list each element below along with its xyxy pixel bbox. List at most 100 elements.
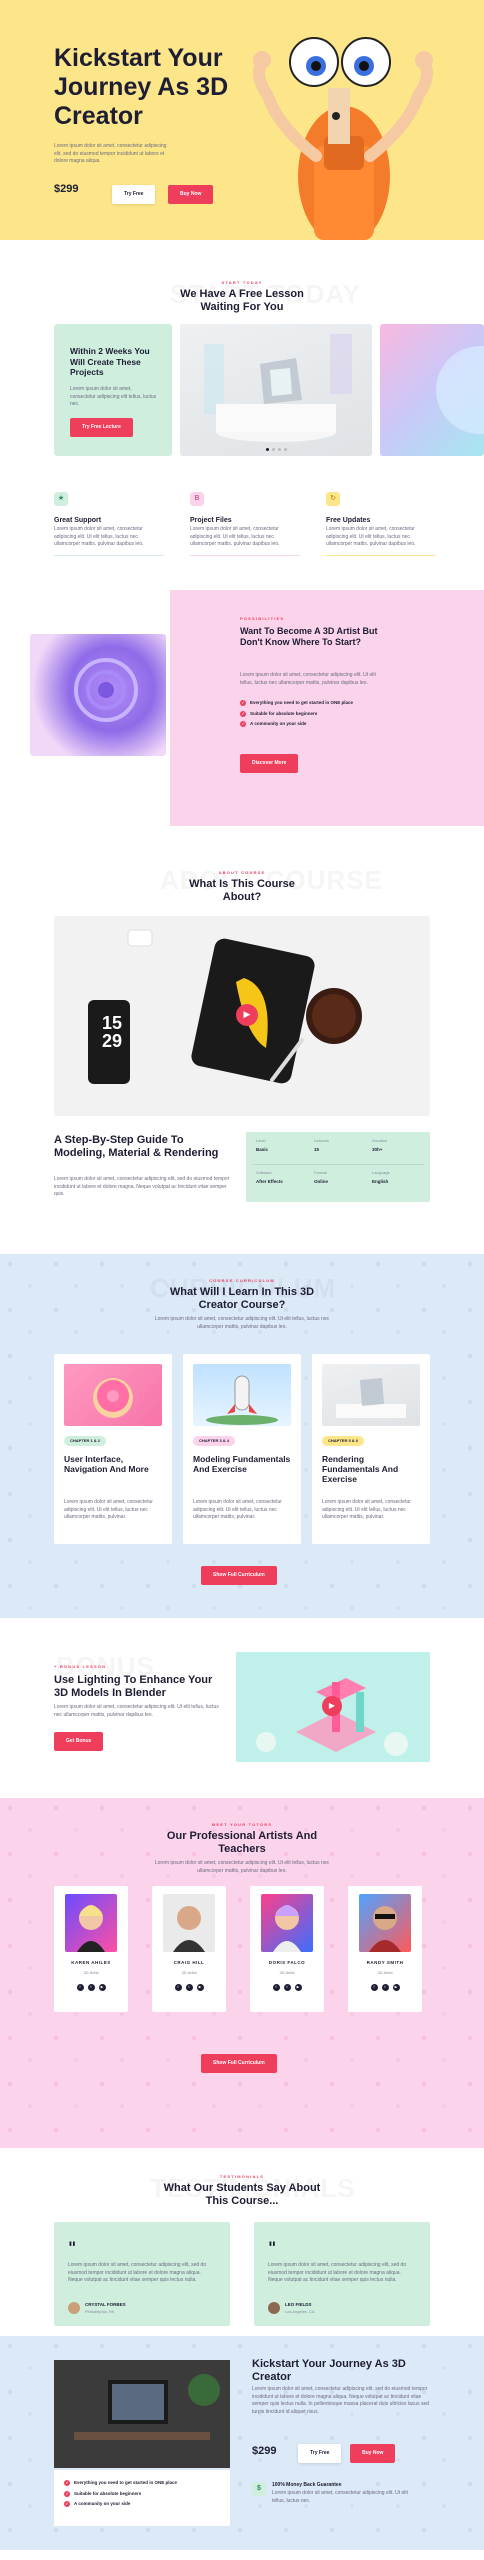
teacher-name: RANDY SMITH: [366, 1960, 404, 1965]
book-icon: B: [190, 492, 204, 506]
youtube-icon[interactable]: ▶: [196, 1984, 204, 1991]
donut-image: [64, 1364, 162, 1426]
chapter-text: Lorem ipsum dolor sit amet, consectetur …: [322, 1499, 411, 1520]
testimonial-text: Lorem ipsum dolor sit amet, consectetur …: [268, 2262, 407, 2283]
social-links: f t ▶: [152, 1984, 226, 1991]
guide-text: Lorem ipsum dolor sit amet, consectetur …: [54, 1176, 230, 1197]
teacher-role: 3D Artist: [377, 1970, 393, 1975]
check-icon: ✓: [64, 2501, 70, 2508]
teacher-role: 3D Artist: [279, 1970, 295, 1975]
projects-card-text: Lorem ipsum dolor sit amet, consectetur …: [70, 386, 157, 407]
show-full-curriculum-button[interactable]: Show Full Curriculum: [201, 1566, 277, 1586]
course-video-thumbnail[interactable]: 15 29 ▶: [54, 916, 430, 1116]
chapter-title: Modeling Fundamentals And Exercise: [193, 1454, 291, 1475]
projects-card: Within 2 Weeks You Will Create These Pro…: [54, 324, 172, 456]
show-full-curriculum-button[interactable]: Show Full Curriculum: [201, 2054, 277, 2074]
free-kicker: Start Today: [221, 280, 263, 285]
youtube-icon[interactable]: ▶: [392, 1984, 400, 1991]
testimonial-text: Lorem ipsum dolor sit amet, consectetur …: [68, 2262, 207, 2283]
about-course-section: ABOUT COURSE About Course What Is This C…: [0, 870, 484, 1254]
youtube-icon[interactable]: ▶: [98, 1984, 106, 1991]
try-free-button[interactable]: Try Free: [298, 2444, 342, 2464]
become-text: Lorem ipsum dolor sit amet, consectetur …: [240, 672, 376, 686]
check-icon: ✓: [64, 2480, 70, 2487]
stat-language: Language English: [372, 1170, 390, 1184]
youtube-icon[interactable]: ▶: [294, 1984, 302, 1991]
facebook-icon[interactable]: f: [174, 1984, 182, 1991]
stat-software: Software After Effects: [256, 1170, 283, 1184]
facebook-icon[interactable]: f: [76, 1984, 84, 1991]
teacher-card: KAREN AHILES 3D Artist f t ▶: [54, 1886, 128, 2012]
chapter-tag: CHAPTER 5 & 6: [322, 1436, 365, 1446]
chapter-tag: CHAPTER 3 & 4: [193, 1436, 236, 1446]
curriculum-title: What Will I Learn In This 3D Creator Cou…: [169, 1286, 315, 1312]
final-price: $299: [252, 2445, 277, 2457]
avatar: [268, 2302, 280, 2315]
quote-icon: ": [268, 2238, 277, 2257]
feature-free-updates: ↻ Free Updates Lorem ipsum dolor sit ame…: [326, 492, 436, 556]
become-title: Want To Become A 3D Artist But Don't Kno…: [240, 626, 378, 648]
social-links: f t ▶: [54, 1984, 128, 1991]
social-links: f t ▶: [250, 1984, 324, 1991]
feature-title: Great Support: [54, 517, 102, 524]
twitter-icon[interactable]: t: [381, 1984, 389, 1991]
final-checklist-card: ✓ Everything you need to get started in O…: [54, 2470, 230, 2526]
try-free-button[interactable]: Try Free: [112, 185, 156, 205]
check-item: ✓ Suitable for absolute beginners: [240, 710, 318, 717]
stat-lessons: Lessons 15: [314, 1138, 329, 1152]
desk-workspace-illustration: [54, 2360, 230, 2468]
projects-card-title: Within 2 Weeks You Will Create These Pro…: [70, 346, 150, 378]
twitter-icon[interactable]: t: [185, 1984, 193, 1991]
chapter-card[interactable]: CHAPTER 5 & 6 Rendering Fundamentals And…: [312, 1354, 430, 1544]
buy-now-button[interactable]: Buy Now: [168, 185, 214, 205]
twitter-icon[interactable]: t: [283, 1984, 291, 1991]
teacher-role: 3D Artist: [83, 1970, 99, 1975]
feature-title: Project Files: [190, 517, 232, 524]
get-bonus-button[interactable]: Get Bonus: [54, 1732, 104, 1752]
teacher-card: RANDY SMITH 3D Artist f t ▶: [348, 1886, 422, 2012]
facebook-icon[interactable]: f: [272, 1984, 280, 1991]
feature-project-files: B Project Files Lorem ipsum dolor sit am…: [190, 492, 300, 556]
hero-title: Kickstart Your Journey As 3D Creator: [54, 44, 229, 130]
free-lesson-section: START TODAY Start Today We Have A Free L…: [0, 240, 484, 580]
about-title: What Is This Course About?: [189, 878, 295, 904]
play-button-icon[interactable]: ▶: [322, 1696, 342, 1716]
testimonial-author: LEO FIELDS Los Angeles, CA: [268, 2302, 315, 2315]
check-icon: ✓: [240, 721, 246, 728]
discover-more-button[interactable]: Discover More: [240, 754, 299, 774]
teacher-card: CRAIG HILL 3D Artist f t ▶: [152, 1886, 226, 2012]
testimonials-title: What Our Students Say About This Course.…: [163, 2182, 321, 2208]
refresh-icon: ↻: [326, 492, 340, 506]
final-text: Lorem ipsum dolor sit amet, consectetur …: [252, 2386, 430, 2415]
chapter-text: Lorem ipsum dolor sit amet, consectetur …: [193, 1499, 282, 1520]
buy-now-button[interactable]: Buy Now: [350, 2444, 396, 2464]
teacher-photo: [261, 1894, 313, 1952]
liquid-sculpture-illustration: [74, 658, 138, 722]
facebook-icon[interactable]: f: [370, 1984, 378, 1991]
glass-sculpture-illustration: [204, 334, 352, 442]
teachers-section: Meet Your Tutors Our Professional Artist…: [0, 1798, 484, 2148]
bonus-kicker: + Bonus Lesson: [54, 1664, 107, 1669]
try-free-lecture-button[interactable]: Try Free Lecture: [70, 418, 133, 438]
avatar: [68, 2302, 80, 2315]
clock-display: 15 29: [101, 1013, 123, 1051]
quote-icon: ": [68, 2238, 77, 2257]
purple-blob-image: [30, 634, 166, 756]
become-kicker: Possibilities: [240, 616, 285, 621]
guarantee-text: Lorem ipsum dolor sit amet, consectetur …: [272, 2490, 408, 2504]
teacher-name: DORIS FALCO: [268, 1960, 306, 1965]
play-button-icon[interactable]: ▶: [236, 1004, 258, 1026]
project-image-glass: [180, 324, 372, 456]
twitter-icon[interactable]: t: [87, 1984, 95, 1991]
project-image-gradient: [380, 324, 484, 456]
carousel-dots[interactable]: [180, 448, 372, 451]
chapter-card[interactable]: CHAPTER 1 & 2 User Interface, Navigation…: [54, 1354, 172, 1544]
teacher-card: DORIS FALCO 3D Artist f t ▶: [250, 1886, 324, 2012]
guide-title: A Step-By-Step Guide To Modeling, Materi…: [54, 1134, 219, 1160]
bonus-video-thumbnail[interactable]: ▶: [236, 1652, 430, 1762]
feature-title: Free Updates: [326, 517, 371, 524]
stat-format: Format Online: [314, 1170, 329, 1184]
chapter-card[interactable]: CHAPTER 3 & 4 Modeling Fundamentals And …: [183, 1354, 301, 1544]
chapter-title: User Interface, Navigation And More: [64, 1454, 149, 1475]
check-item: ✓ Everything you need to get started in O…: [240, 700, 354, 707]
